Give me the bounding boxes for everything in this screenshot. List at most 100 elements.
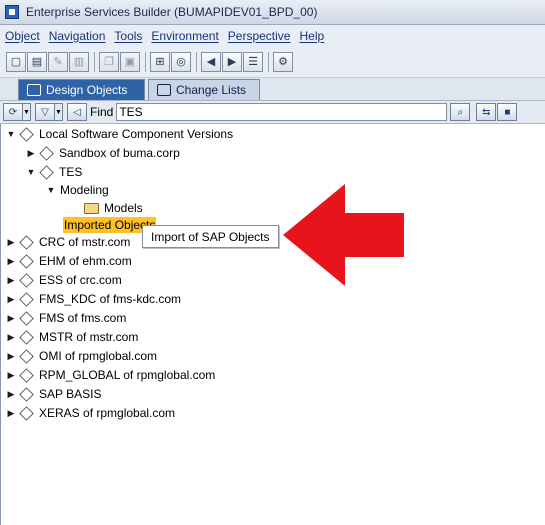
tree-node-label: SAP BASIS xyxy=(39,387,102,401)
binoculars-icon[interactable]: ⌕ xyxy=(450,103,471,121)
title-bar: Enterprise Services Builder (BUMAPIDEV01… xyxy=(0,0,545,25)
collapsed-icon[interactable]: ▶ xyxy=(5,351,17,362)
menu-environment[interactable]: Environment xyxy=(151,29,218,43)
tree-node-label: OMI of rpmglobal.com xyxy=(39,349,158,363)
tree-node-label: Sandbox of buma.corp xyxy=(59,146,180,160)
list-view-icon[interactable]: ☰ xyxy=(243,51,263,72)
folder-icon xyxy=(84,202,99,214)
search-input[interactable] xyxy=(116,103,448,121)
software-component-icon xyxy=(19,386,34,402)
search-bar: ⟳ ▼ ▽ ▼ ◁ Find ⌕ ⇆ ■ xyxy=(0,100,545,124)
collapse-icon[interactable]: ◁ xyxy=(67,103,87,121)
tree-node-label: FMS of fms.com xyxy=(39,311,127,325)
copy-icon[interactable]: ❐ xyxy=(99,51,119,72)
object-tree: ▼ Local Software Component Versions ▶ Sa… xyxy=(0,124,545,525)
software-component-icon xyxy=(19,234,34,250)
search-objects-icon[interactable]: ◎ xyxy=(171,51,191,72)
menu-tools[interactable]: Tools xyxy=(114,29,142,43)
software-component-icon xyxy=(19,272,34,288)
open-icon[interactable]: ▤ xyxy=(27,51,47,72)
software-component-icon xyxy=(19,348,34,364)
filter-icon[interactable]: ▽ xyxy=(35,103,55,121)
toolbar-separator xyxy=(145,51,146,72)
collapsed-icon[interactable]: ▶ xyxy=(5,256,17,267)
tree-node-sandbox[interactable]: ▶ Sandbox of buma.corp xyxy=(25,144,180,162)
tree-node-label: FMS_KDC of fms-kdc.com xyxy=(39,292,182,306)
tab-design-objects[interactable]: Design Objects xyxy=(18,79,145,100)
collapsed-icon[interactable]: ▶ xyxy=(5,294,17,305)
collapsed-icon[interactable]: ▶ xyxy=(25,148,37,159)
tab-label: Change Lists xyxy=(176,83,247,97)
software-component-icon xyxy=(19,253,34,269)
collapsed-icon[interactable]: ▶ xyxy=(5,332,17,343)
tree-node-label: EHM of ehm.com xyxy=(39,254,132,268)
save-icon[interactable]: ▣ xyxy=(120,51,140,72)
collapsed-icon[interactable]: ▶ xyxy=(5,389,17,400)
tree-node-swcv[interactable]: ▶ EHM of ehm.com xyxy=(5,252,132,270)
tree-node-swcv[interactable]: ▶ SAP BASIS xyxy=(5,385,101,403)
context-menu-item-label: Import of SAP Objects xyxy=(151,229,270,244)
expanded-icon[interactable]: ▼ xyxy=(45,185,57,195)
tree-node-tes[interactable]: ▼ TES xyxy=(25,163,82,181)
tree-node-swcv[interactable]: ▶ CRC of mstr.com xyxy=(5,233,130,251)
tree-node-swcv[interactable]: ▶ ESS of crc.com xyxy=(5,271,122,289)
tree-node-label: ESS of crc.com xyxy=(39,273,122,287)
software-component-icon xyxy=(19,291,34,307)
menu-object[interactable]: Object xyxy=(5,29,40,43)
software-component-icon xyxy=(39,164,54,180)
refresh-icon[interactable]: ⟳ xyxy=(3,103,23,121)
main-toolbar: ▢ ▤ ✎ ▥ ❐ ▣ ⊞ ◎ ◀ ▶ ☰ ⚙ xyxy=(0,46,545,78)
tree-node-swcv[interactable]: ▶ FMS_KDC of fms-kdc.com xyxy=(5,290,181,308)
software-component-icon xyxy=(19,126,34,142)
window-title: Enterprise Services Builder (BUMAPIDEV01… xyxy=(26,5,318,19)
tree-node-label: Models xyxy=(104,201,143,215)
tree-node-label: TES xyxy=(59,165,83,179)
menu-navigation[interactable]: Navigation xyxy=(49,29,106,43)
software-component-icon xyxy=(19,405,34,421)
delete-icon[interactable]: ▥ xyxy=(69,51,89,72)
tree-node-root[interactable]: ▼ Local Software Component Versions xyxy=(5,125,233,143)
edit-icon[interactable]: ✎ xyxy=(48,51,68,72)
chevron-down-icon[interactable]: ▼ xyxy=(23,103,31,121)
collapsed-icon[interactable]: ▶ xyxy=(5,275,17,286)
tab-label: Design Objects xyxy=(46,83,128,97)
toolbar-separator xyxy=(268,51,269,72)
new-icon[interactable]: ▢ xyxy=(6,51,26,72)
collapsed-icon[interactable]: ▶ xyxy=(5,370,17,381)
find-label: Find xyxy=(90,105,114,119)
collapsed-icon[interactable]: ▶ xyxy=(5,237,17,248)
back-icon[interactable]: ◀ xyxy=(201,51,221,72)
collapsed-icon[interactable]: ▶ xyxy=(5,313,17,324)
menu-help[interactable]: Help xyxy=(299,29,324,43)
toolbar-separator xyxy=(94,51,95,72)
change-lists-icon xyxy=(157,84,171,96)
annotation-arrow-icon xyxy=(283,184,404,286)
expanded-icon[interactable]: ▼ xyxy=(25,167,37,177)
tree-node-swcv[interactable]: ▶ XERAS of rpmglobal.com xyxy=(5,404,175,422)
tree-node-swcv[interactable]: ▶ OMI of rpmglobal.com xyxy=(5,347,157,365)
software-component-icon xyxy=(39,145,54,161)
forward-icon[interactable]: ▶ xyxy=(222,51,242,72)
tab-change-lists[interactable]: Change Lists xyxy=(148,79,260,100)
tree-node-swcv[interactable]: ▶ RPM_GLOBAL of rpmglobal.com xyxy=(5,366,215,384)
stop-icon[interactable]: ■ xyxy=(497,103,518,121)
tree-node-models[interactable]: Models xyxy=(84,199,143,217)
chevron-down-icon[interactable]: ▼ xyxy=(55,103,63,121)
sync-icon[interactable]: ⇆ xyxy=(476,103,497,121)
tree-node-label: Modeling xyxy=(60,183,109,197)
software-component-icon xyxy=(19,329,34,345)
settings-icon[interactable]: ⚙ xyxy=(273,51,293,72)
expanded-icon[interactable]: ▼ xyxy=(5,129,17,139)
design-objects-icon xyxy=(27,84,41,96)
hierarchy-icon[interactable]: ⊞ xyxy=(150,51,170,72)
context-menu-import[interactable]: Import of SAP Objects xyxy=(142,225,279,248)
toolbar-separator xyxy=(196,51,197,72)
tree-node-modeling[interactable]: ▼ Modeling xyxy=(45,181,109,199)
software-component-icon xyxy=(19,310,34,326)
tree-node-swcv[interactable]: ▶ MSTR of mstr.com xyxy=(5,328,138,346)
app-icon xyxy=(5,5,19,19)
collapsed-icon[interactable]: ▶ xyxy=(5,408,17,419)
menu-perspective[interactable]: Perspective xyxy=(228,29,291,43)
tree-node-swcv[interactable]: ▶ FMS of fms.com xyxy=(5,309,126,327)
tree-node-label: RPM_GLOBAL of rpmglobal.com xyxy=(39,368,216,382)
